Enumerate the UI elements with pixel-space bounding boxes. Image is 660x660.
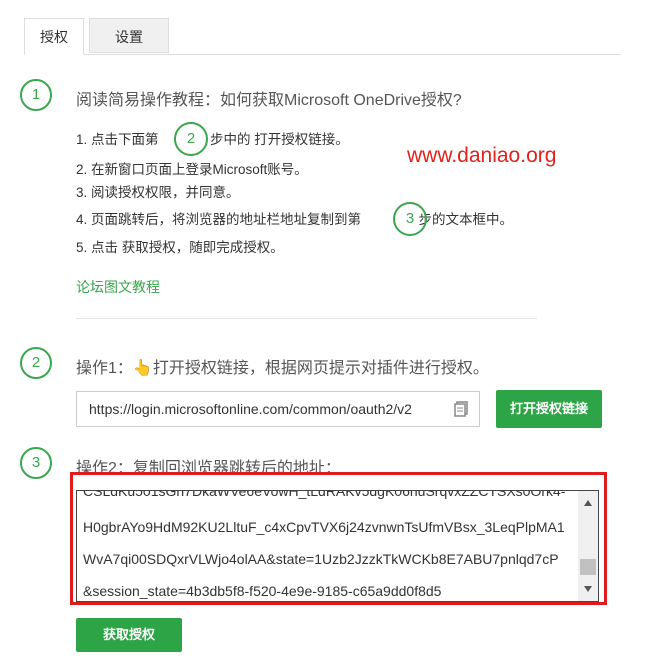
forum-tutorial-link[interactable]: 论坛图文教程	[76, 277, 160, 297]
tab-bar: 授权 设置	[24, 18, 621, 55]
auth-url-input[interactable]: https://login.microsoftonline.com/common…	[76, 391, 480, 427]
scrollbar-thumb[interactable]	[580, 559, 596, 575]
step-3-badge: 3	[20, 447, 52, 479]
tutorial-step-1: 1. 点击下面第 步中的 打开授权链接。	[76, 128, 349, 148]
tutorial-step-4: 4. 页面跳转后，将浏览器的地址栏地址复制到第 步的文本框中。	[76, 208, 513, 228]
inline-step-3-badge: 3	[393, 202, 427, 236]
tab-authorize[interactable]: 授权	[24, 18, 84, 55]
open-auth-link-button[interactable]: 打开授权链接	[496, 390, 602, 428]
step-1-text-after: 步中的 打开授权链接。	[210, 132, 349, 147]
section-1-heading: 阅读简易操作教程：如何获取Microsoft OneDrive授权?	[76, 92, 462, 109]
inline-step-2-badge: 2	[174, 122, 208, 156]
step-4-text-before: 4. 页面跳转后，将浏览器的地址栏地址复制到第	[76, 212, 362, 227]
step-1-badge: 1	[20, 79, 52, 111]
tab-settings[interactable]: 设置	[89, 18, 169, 53]
scroll-down-icon[interactable]	[583, 585, 593, 593]
scroll-up-icon[interactable]	[583, 499, 593, 507]
textarea-scrollbar[interactable]	[578, 491, 598, 601]
step-1-text-before: 1. 点击下面第	[76, 132, 159, 147]
textarea-line: H0gbrAYo9HdM92KU2LltuF_c4xCpvTVX6j24zvnw…	[83, 519, 565, 535]
tutorial-step-3: 3. 阅读授权权限，并同意。	[76, 185, 240, 200]
step-4-text-after: 步的文本框中。	[418, 212, 514, 227]
section-2-heading: 操作1：👆打开授权链接，根据网页提示对插件进行授权。	[76, 360, 489, 377]
copy-icon[interactable]	[454, 401, 468, 417]
redirect-url-textarea[interactable]: CSLdKu501sGn7DkaWVe6eVowH_tLdRAKv5dgK06n…	[76, 490, 599, 602]
step-2-badge: 2	[20, 347, 52, 379]
watermark-text: www.daniao.org	[407, 144, 557, 167]
textarea-line: CSLdKu501sGn7DkaWVe6eVowH_tLdRAKv5dgK06n…	[83, 490, 566, 499]
tutorial-step-5: 5. 点击 获取授权，随即完成授权。	[76, 240, 284, 255]
get-authorization-button[interactable]: 获取授权	[76, 618, 182, 652]
section-divider	[76, 318, 537, 319]
textarea-line: &session_state=4b3db5f8-f520-4e9e-9185-c…	[83, 583, 442, 599]
tutorial-step-2: 2. 在新窗口页面上登录Microsoft账号。	[76, 162, 308, 177]
textarea-line: WvA7qi00SDQxrVLWjo4olAA&state=1Uzb2JzzkT…	[83, 551, 559, 567]
